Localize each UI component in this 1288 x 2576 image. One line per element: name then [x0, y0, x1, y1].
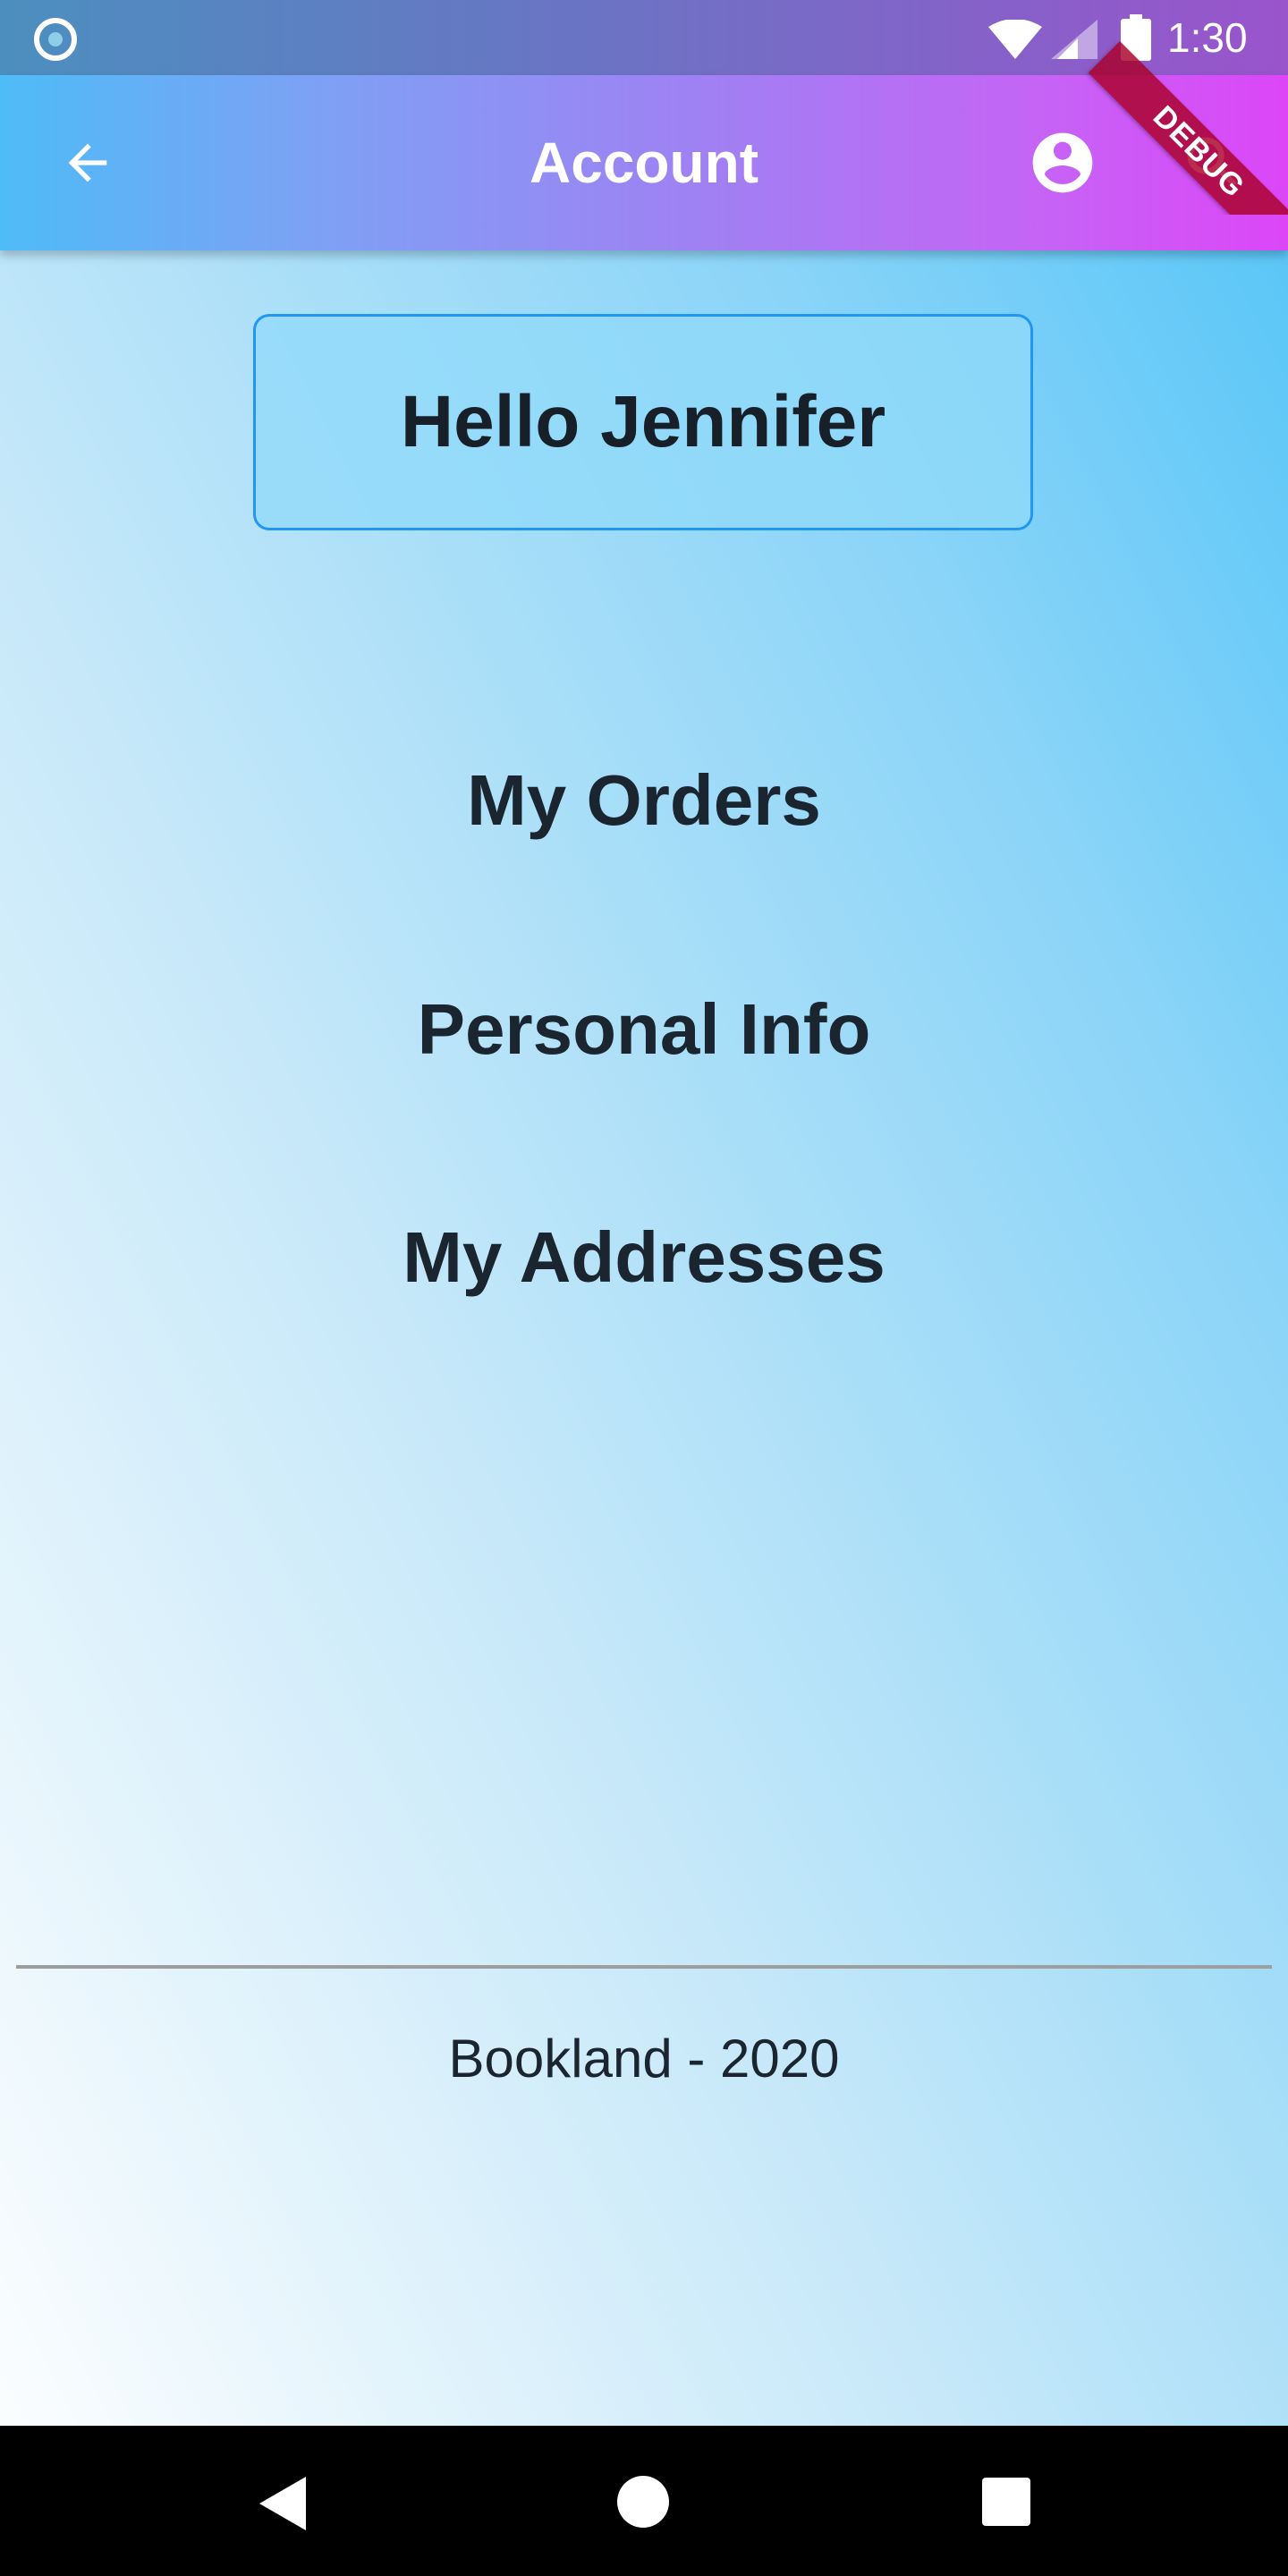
menu-item-label[interactable]: My Orders — [467, 760, 821, 840]
greeting-card: Hello Jennifer — [253, 314, 1033, 530]
footer-text: Bookland - 2020 — [448, 2029, 840, 2089]
menu-item-personal-info[interactable]: Personal Info — [0, 980, 1288, 1079]
menu-item-my-addresses[interactable]: My Addresses — [0, 1208, 1288, 1307]
app-bar: Account — [0, 75, 1288, 250]
cellular-signal-icon — [1051, 20, 1097, 59]
greeting-text: Hello Jennifer — [400, 381, 886, 462]
notification-circle-icon — [34, 18, 77, 61]
search-button[interactable] — [1170, 120, 1256, 206]
account-circle-icon — [1032, 132, 1093, 193]
nav-recents-icon[interactable] — [982, 2478, 1030, 2526]
menu-item-label[interactable]: My Addresses — [402, 1217, 886, 1297]
system-nav-bar — [0, 2426, 1288, 2576]
account-button[interactable] — [1020, 120, 1106, 206]
arrow-back-icon — [68, 143, 107, 182]
battery-icon — [1121, 14, 1151, 61]
status-time: 1:30 — [1167, 14, 1248, 61]
nav-back-icon[interactable] — [252, 2472, 315, 2535]
back-button[interactable] — [45, 120, 131, 206]
search-icon — [1187, 137, 1237, 187]
footer-divider — [16, 1965, 1272, 1969]
status-bar: 1:30 — [0, 0, 1288, 75]
wifi-icon — [988, 20, 1042, 59]
menu-item-my-orders[interactable]: My Orders — [0, 751, 1288, 850]
menu-item-label[interactable]: Personal Info — [418, 989, 871, 1069]
nav-home-icon[interactable] — [617, 2476, 669, 2528]
